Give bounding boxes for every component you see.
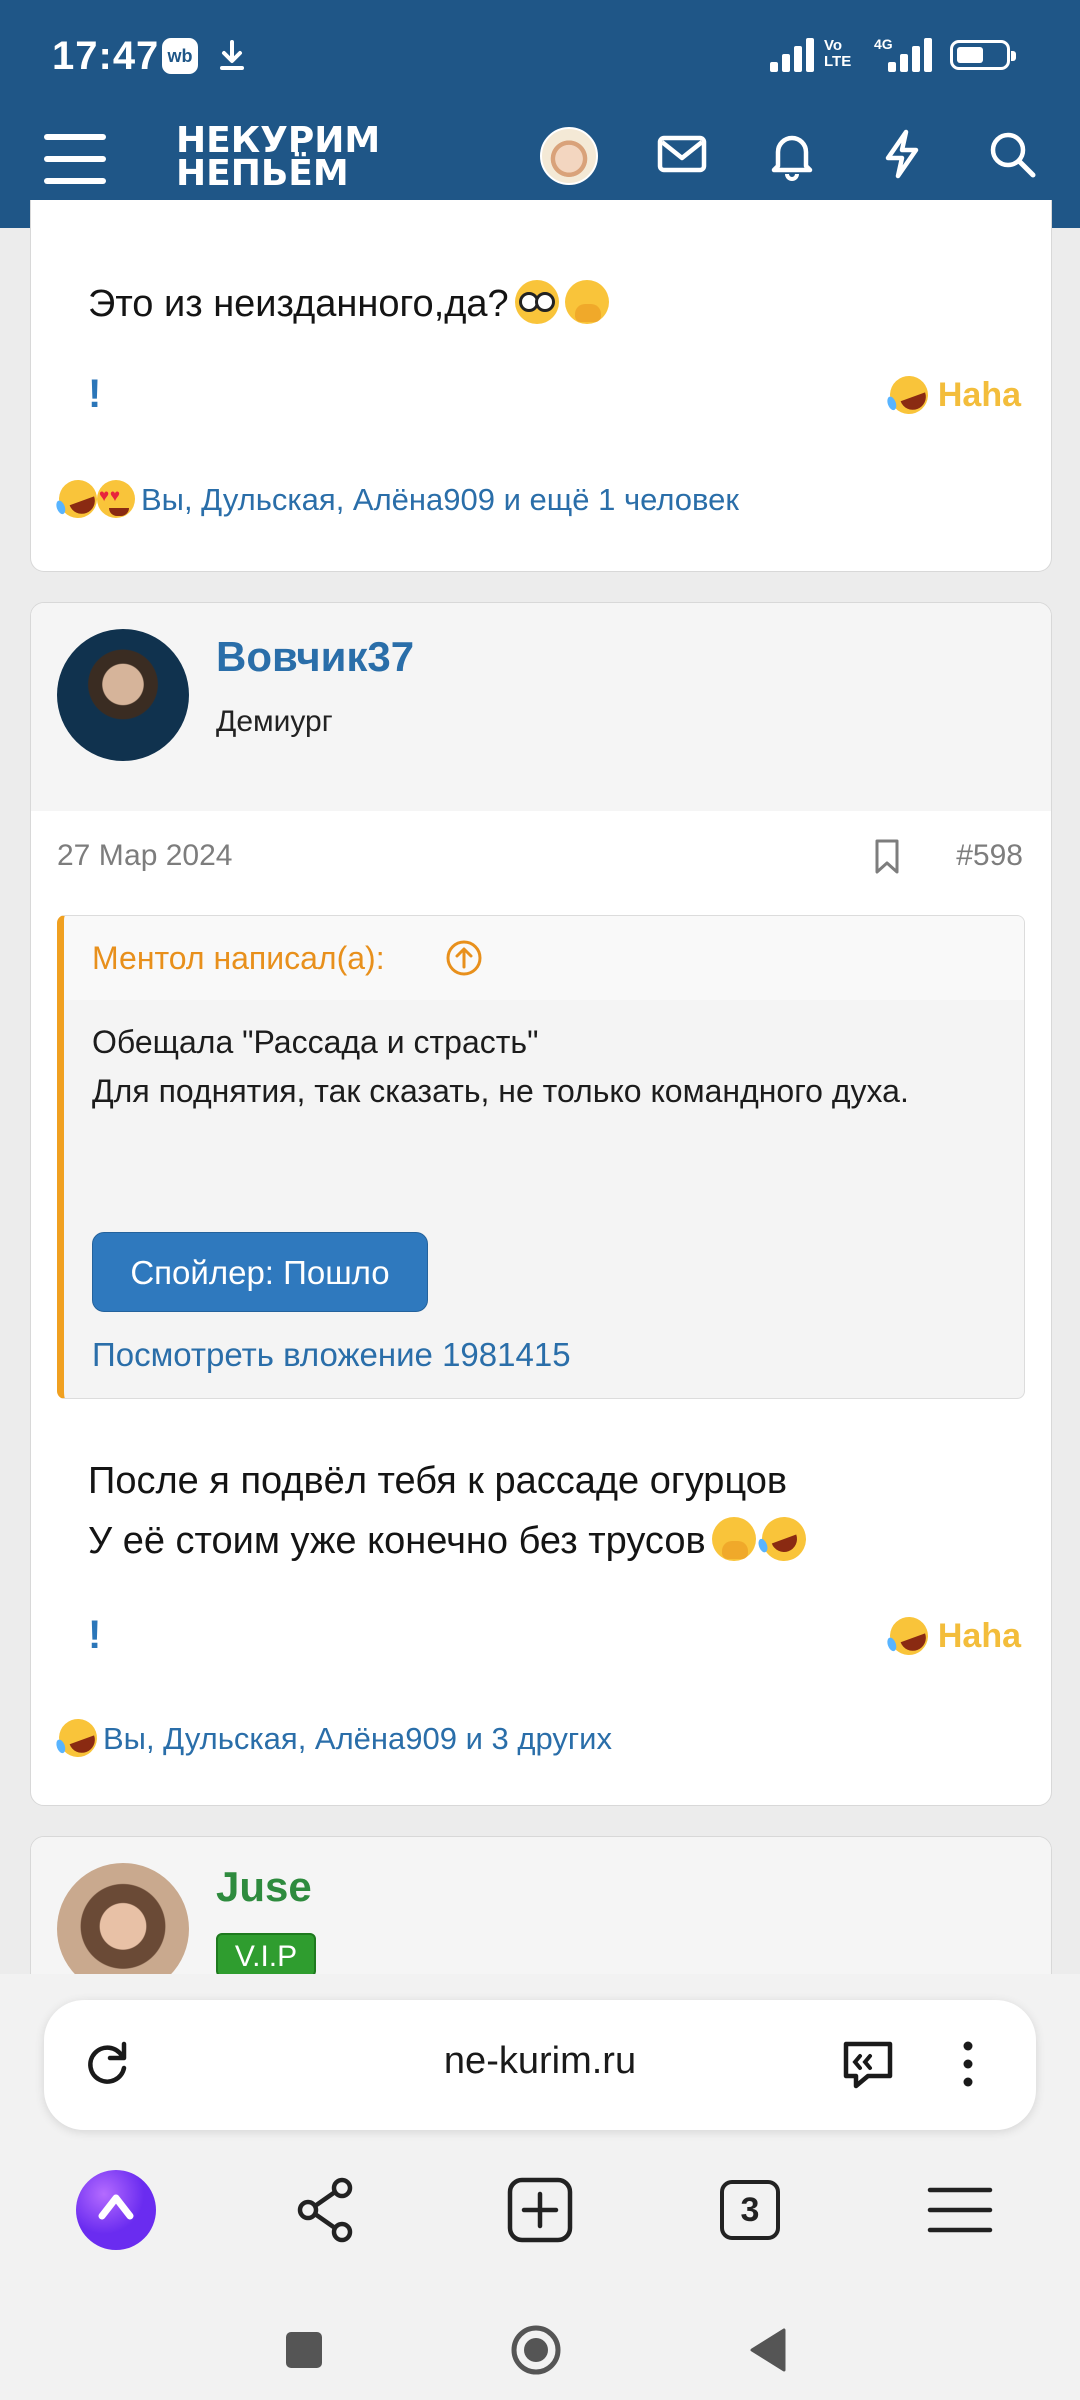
vip-badge: V.I.P — [216, 1933, 316, 1977]
quote-block: Ментол написал(а): Обещала "Рассада и ст… — [57, 915, 1025, 1399]
lightning-icon[interactable] — [874, 126, 930, 182]
post-card: Это из неизданного,да? ! Haha Вы, Дульск… — [30, 200, 1052, 572]
post-text: Это из неизданного,да? — [88, 283, 509, 325]
new-tab-icon[interactable] — [500, 2170, 580, 2250]
rofl-emoji — [885, 370, 934, 420]
app-header: 17:47 wb Vo LTE 4G НЕКУРИМ НЕПЬЁМ — [0, 0, 1080, 228]
recents-button[interactable] — [274, 2320, 334, 2380]
reaction-button[interactable]: Haha — [885, 1611, 1021, 1661]
post-number[interactable]: #598 — [956, 839, 1023, 873]
quote-header: Ментол написал(а): — [64, 916, 1024, 1000]
battery-icon — [950, 40, 1016, 70]
reaction-label: Haha — [937, 376, 1021, 414]
report-icon[interactable]: ! — [88, 372, 102, 417]
nerd-face-emoji — [514, 280, 559, 324]
browser-bottom-bar: ne-kurim.ru 3 — [0, 1974, 1080, 2400]
attachment-link[interactable]: Посмотреть вложение 1981415 — [92, 1336, 571, 1374]
user-title: Демиург — [216, 705, 333, 738]
heart-eyes-emoji — [97, 480, 135, 518]
download-icon — [220, 40, 244, 70]
status-time: 17:47 — [52, 34, 160, 78]
more-options-icon[interactable] — [938, 2034, 998, 2094]
menu-icon[interactable] — [44, 134, 106, 184]
reactions-summary[interactable]: Вы, Дульская, Алёна909 и ещё 1 человек — [53, 474, 739, 524]
browser-menu-icon[interactable] — [920, 2170, 1000, 2250]
alice-assistant-icon[interactable] — [76, 2170, 156, 2250]
post-text-line-2: У её стоим уже конечно без трусов — [88, 1520, 706, 1562]
rofl-emoji — [53, 474, 103, 524]
reactors-text: Вы, Дульская, Алёна909 и 3 других — [103, 1721, 613, 1756]
post-message: Это из неизданного,да? — [88, 274, 609, 334]
bell-icon[interactable] — [764, 126, 820, 182]
reactions-summary[interactable]: Вы, Дульская, Алёна909 и 3 других — [53, 1713, 613, 1763]
reaction-label: Haha — [937, 1617, 1021, 1655]
avatar[interactable] — [57, 629, 189, 761]
tab-count: 3 — [720, 2180, 780, 2240]
post-date[interactable]: 27 Мар 2024 — [57, 839, 232, 873]
post-card: Вовчик37 Демиург 27 Мар 2024 #598 Ментол… — [30, 602, 1052, 1806]
signal-icon-2 — [888, 38, 932, 72]
share-icon[interactable] — [286, 2170, 366, 2250]
volte-indicator: Vo LTE — [824, 37, 852, 70]
mail-icon[interactable] — [654, 126, 710, 182]
username[interactable]: Juse — [216, 1863, 312, 1911]
site-logo[interactable]: НЕКУРИМ НЕПЬЁМ — [176, 123, 380, 194]
report-icon[interactable]: ! — [88, 1613, 102, 1658]
reaction-button[interactable]: Haha — [885, 370, 1021, 420]
address-bar[interactable]: ne-kurim.ru — [44, 2000, 1036, 2130]
search-icon[interactable] — [984, 126, 1040, 182]
status-bar: 17:47 wb Vo LTE 4G — [0, 0, 1080, 110]
bookmark-icon[interactable] — [873, 839, 901, 875]
quote-text: Обещала "Рассада и страсть" Для поднятия… — [92, 1024, 909, 1109]
rofl-emoji — [755, 1510, 812, 1568]
rofl-emoji — [885, 1611, 934, 1661]
username[interactable]: Вовчик37 — [216, 633, 414, 681]
spoiler-button[interactable]: Спойлер: Пошло — [92, 1232, 428, 1312]
arrow-up-circle-icon[interactable] — [444, 938, 484, 978]
quote-author[interactable]: Ментол написал(а): — [92, 940, 385, 977]
quote-bubble-icon[interactable] — [838, 2034, 898, 2094]
wb-notification-icon: wb — [162, 38, 198, 74]
post-message: После я подвёл тебя к рассаде огурцов У … — [88, 1451, 812, 1571]
home-button[interactable] — [506, 2320, 566, 2380]
back-button[interactable] — [740, 2320, 800, 2380]
user-avatar[interactable] — [540, 127, 598, 185]
signal-icon — [770, 38, 814, 72]
logo-line-2: НЕПЬЁМ — [176, 153, 349, 194]
rofl-emoji — [53, 1713, 103, 1763]
user-bar: Вовчик37 Демиург — [31, 603, 1051, 811]
tabs-button[interactable]: 3 — [710, 2170, 790, 2250]
hand-over-mouth-emoji — [711, 1517, 756, 1561]
hand-over-mouth-emoji — [564, 280, 609, 324]
reactors-text: Вы, Дульская, Алёна909 и ещё 1 человек — [141, 482, 739, 517]
post-text-line-1: После я подвёл тебя к рассаде огурцов — [88, 1460, 788, 1502]
